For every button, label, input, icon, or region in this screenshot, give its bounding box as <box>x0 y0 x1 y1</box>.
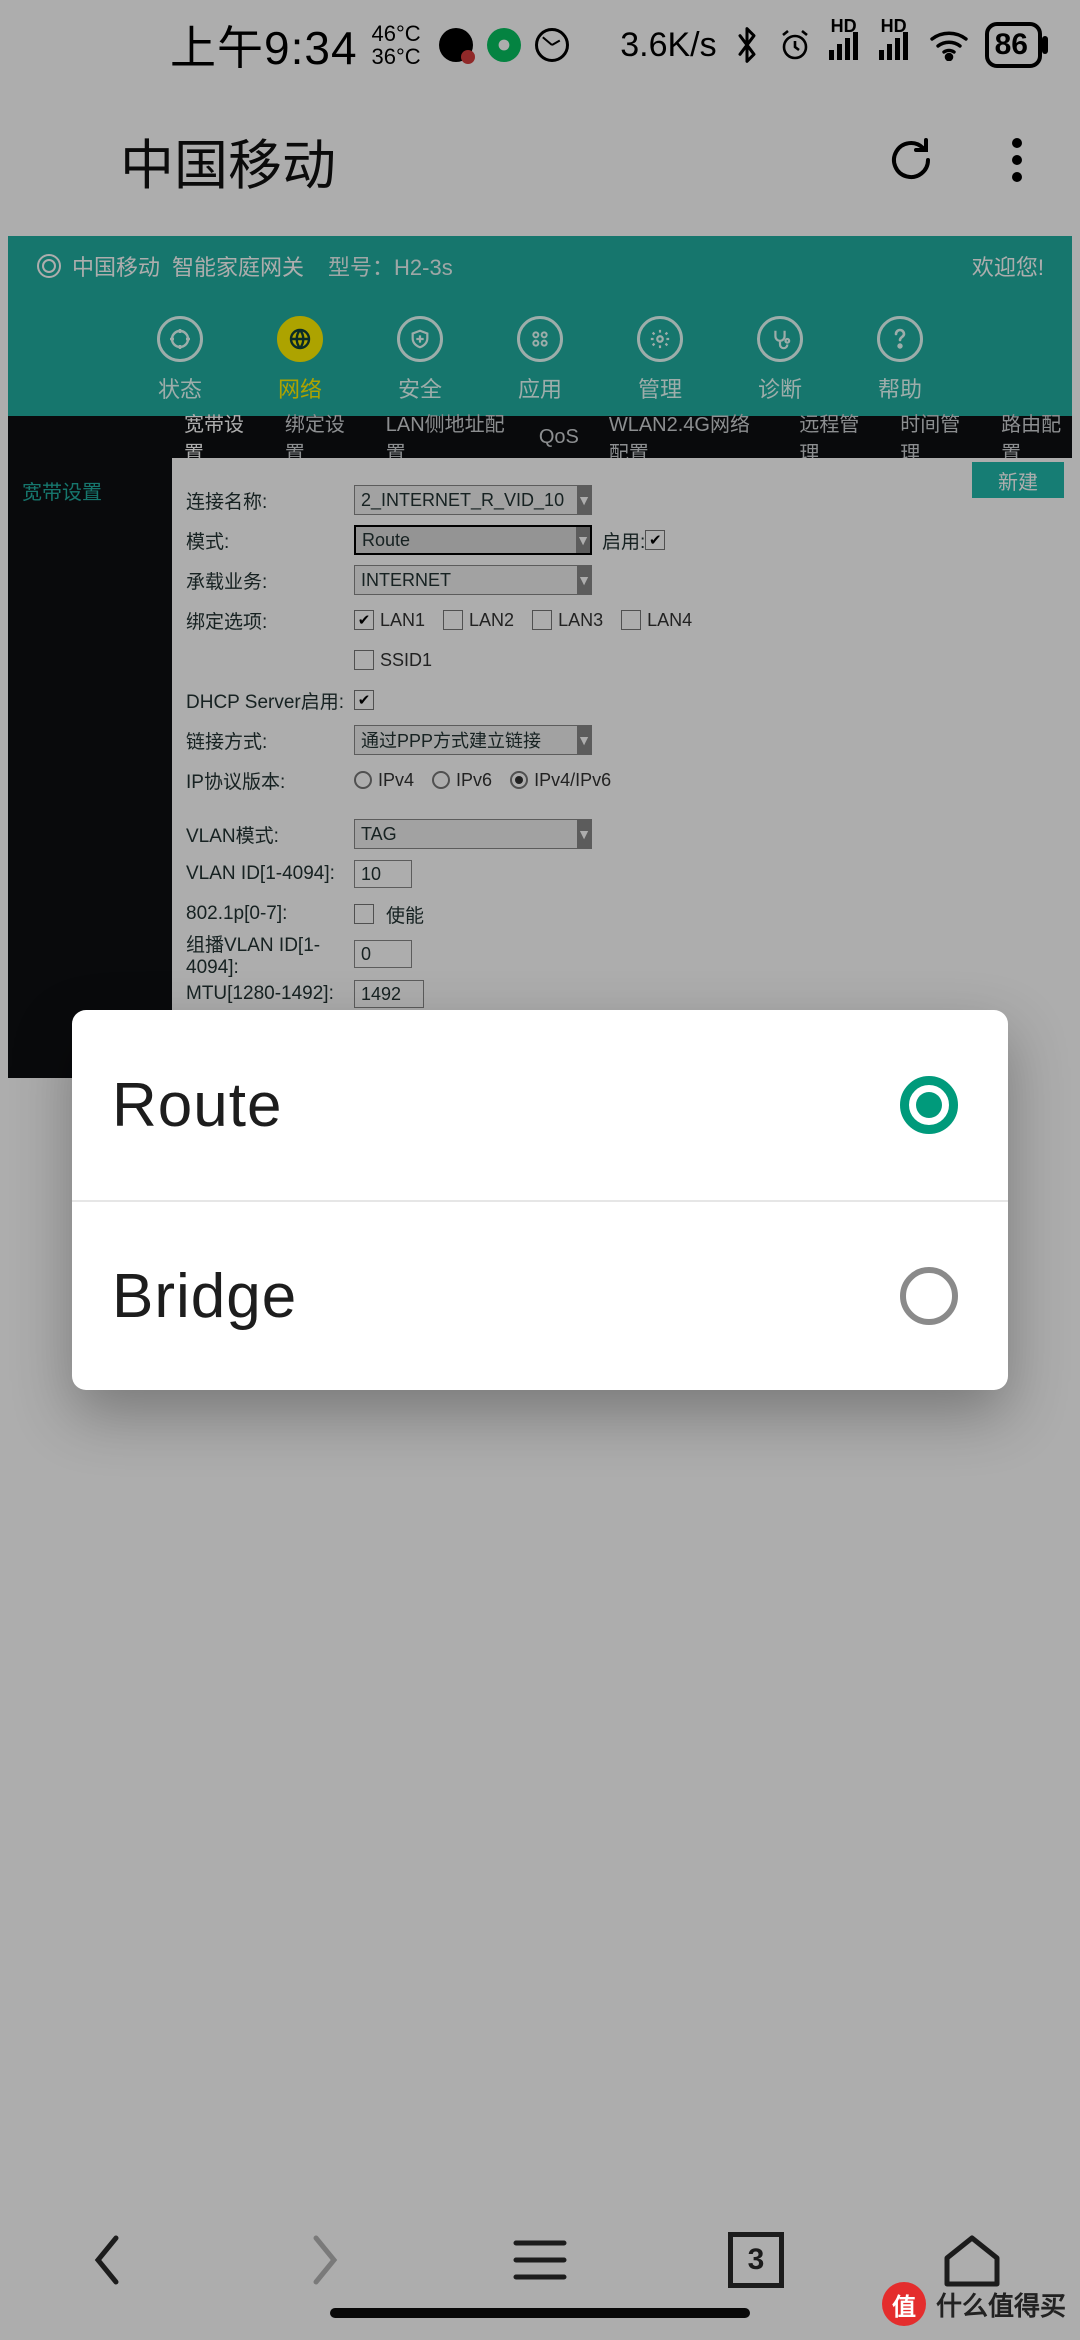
dialog-option-bridge[interactable]: Bridge <box>72 1200 1008 1390</box>
radio-selected-icon <box>900 1076 958 1134</box>
radio-unselected-icon <box>900 1267 958 1325</box>
dialog-option-label: Bridge <box>112 1261 297 1332</box>
dialog-option-label: Route <box>112 1070 282 1141</box>
watermark: 值 什么值得买 <box>882 2282 1066 2326</box>
dialog-option-route[interactable]: Route <box>72 1010 1008 1200</box>
watermark-badge-icon: 值 <box>882 2282 926 2326</box>
mode-select-dialog: Route Bridge <box>72 1010 1008 1390</box>
